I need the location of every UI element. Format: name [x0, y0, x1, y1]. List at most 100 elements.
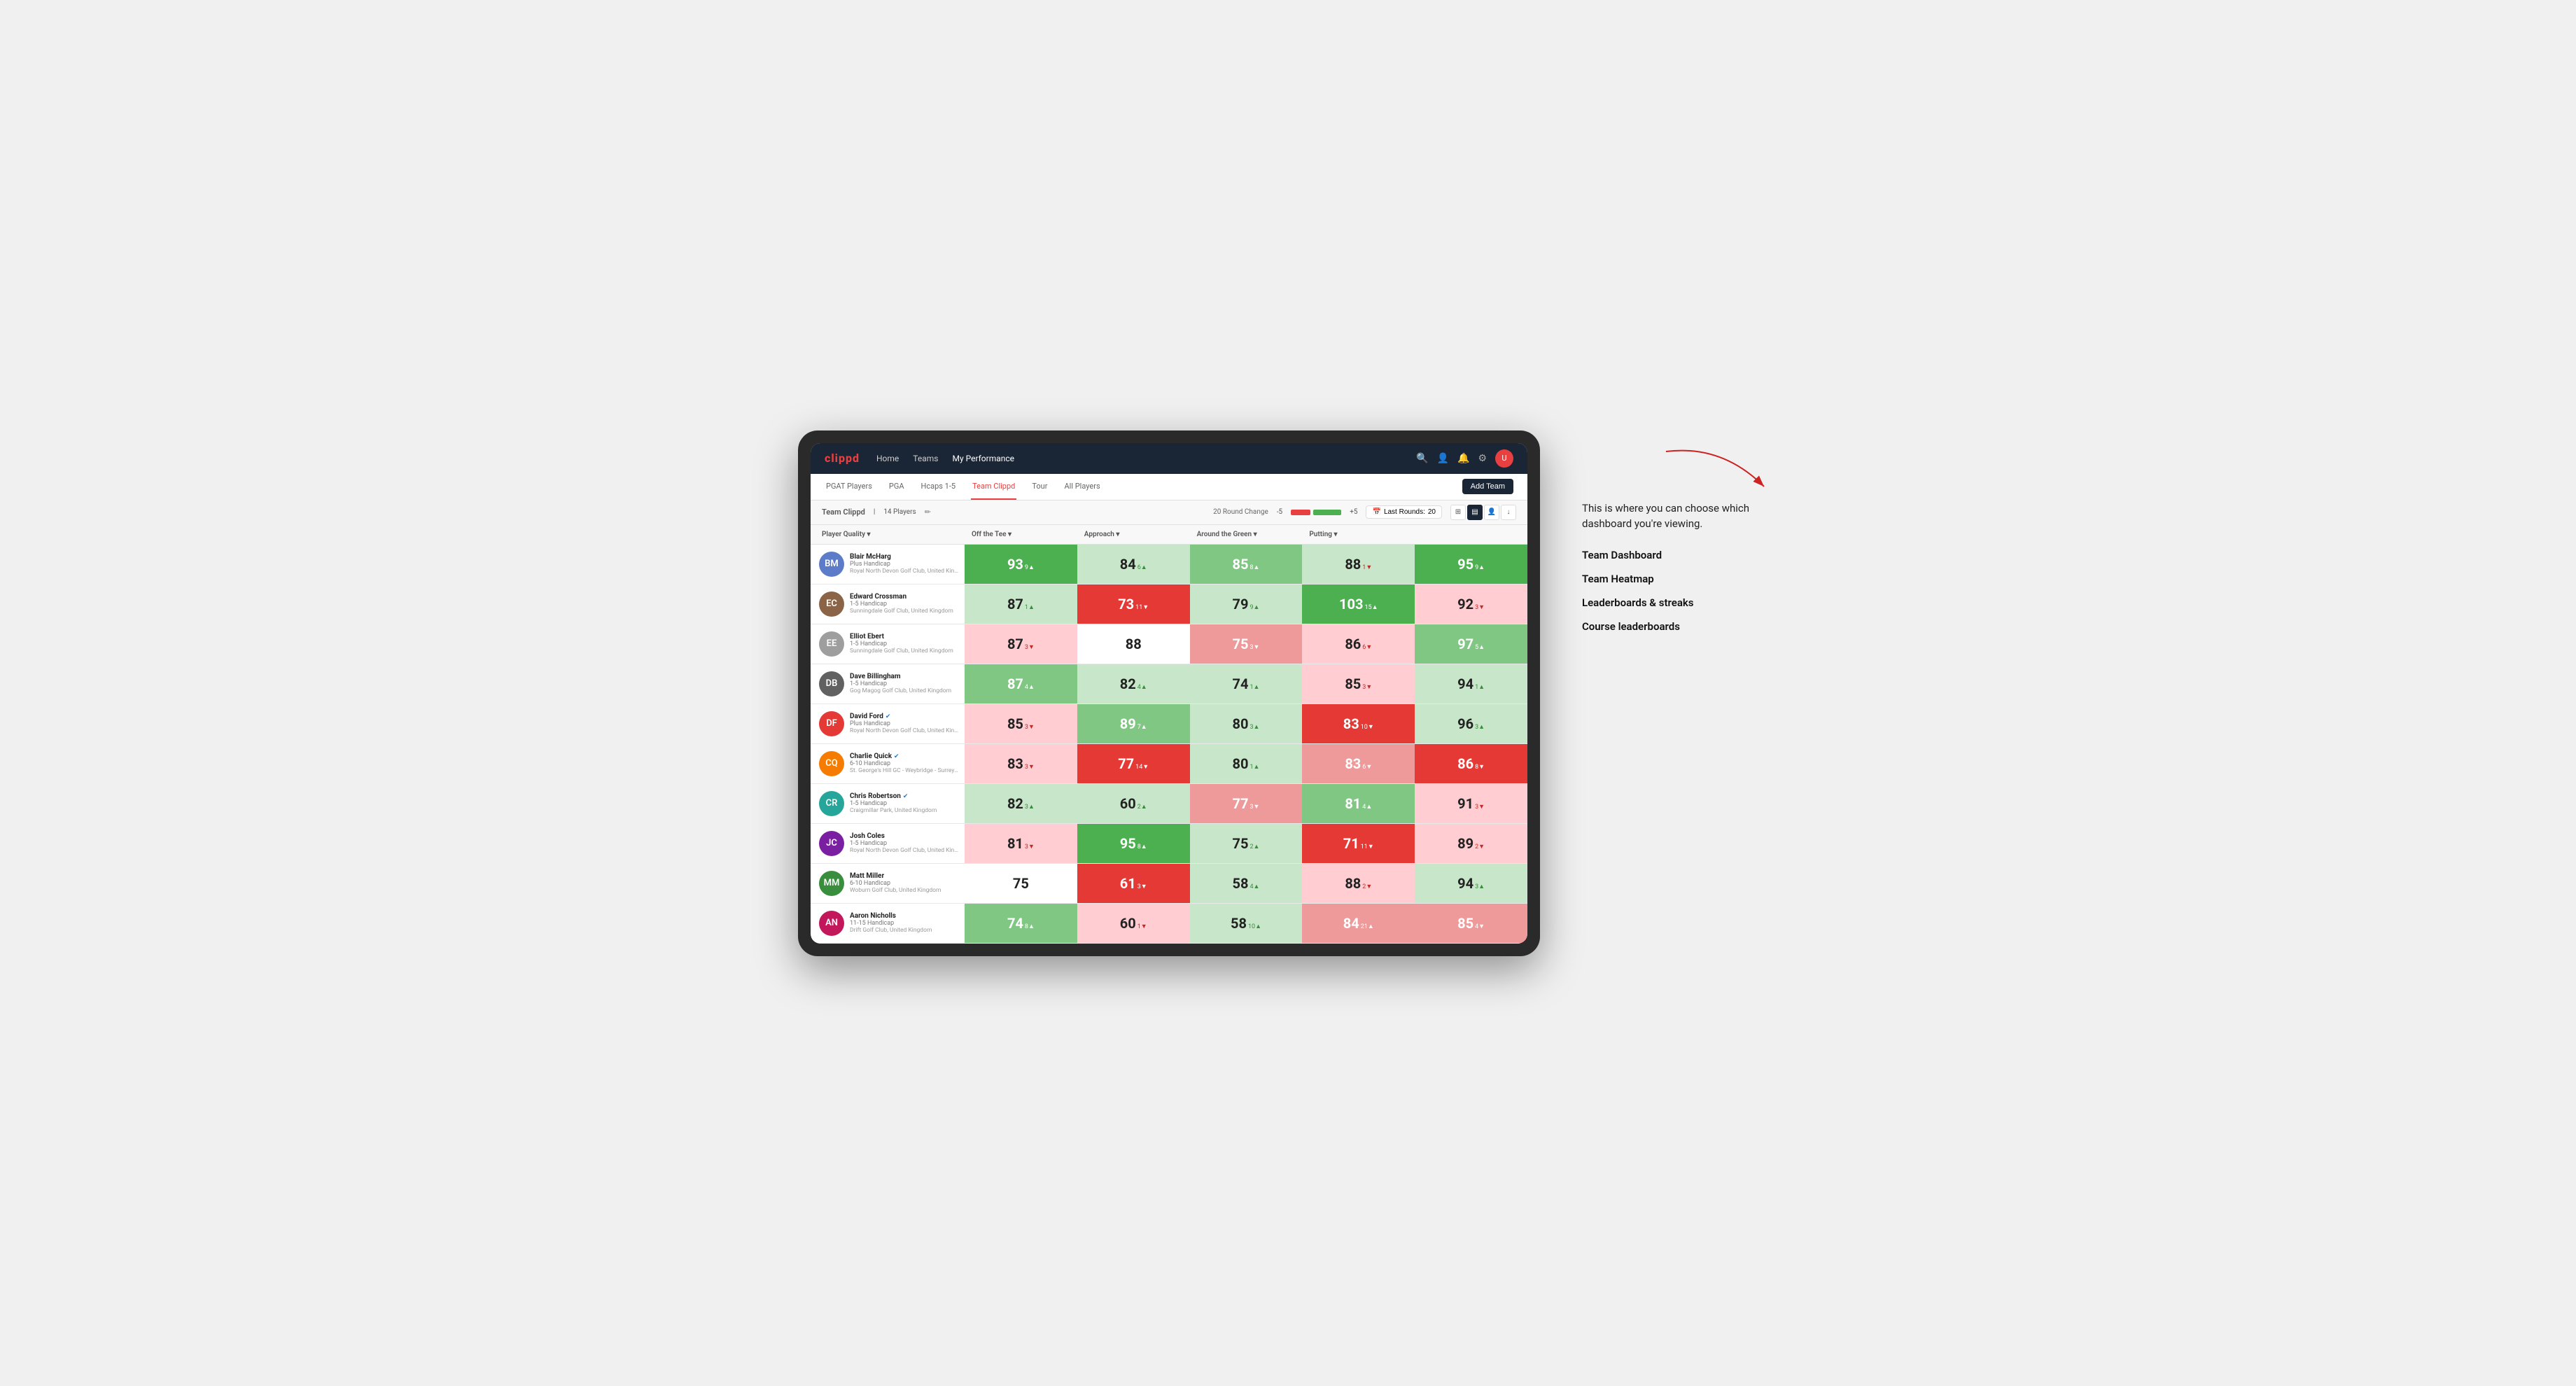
add-team-button[interactable]: Add Team: [1462, 479, 1513, 494]
player-row[interactable]: EC Edward Crossman 1-5 Handicap Sunningd…: [811, 584, 1527, 624]
annotation-text: This is where you can choose which dashb…: [1582, 500, 1778, 532]
subnav-pgat[interactable]: PGAT Players: [825, 474, 874, 500]
nav-link-myperformance[interactable]: My Performance: [952, 454, 1014, 463]
annotation-item-1: Team Heatmap: [1582, 573, 1778, 585]
score-cell-1: 88: [1077, 624, 1190, 664]
player-row[interactable]: EE Elliot Ebert 1-5 Handicap Sunningdale…: [811, 624, 1527, 664]
player-details: David Ford ✔ Plus Handicap Royal North D…: [850, 713, 959, 734]
search-icon[interactable]: 🔍: [1416, 453, 1428, 464]
view-person-button[interactable]: 👤: [1484, 505, 1499, 520]
score-cell-2: 85 8▲: [1190, 545, 1303, 584]
verified-icon: ✔: [903, 793, 909, 800]
score-number: 77: [1118, 755, 1134, 772]
verified-icon: ✔: [886, 713, 891, 720]
subnav-tour[interactable]: Tour: [1030, 474, 1049, 500]
player-avatar: DB: [819, 671, 844, 696]
subnav-hcaps[interactable]: Hcaps 1-5: [920, 474, 958, 500]
score-number: 89: [1120, 715, 1136, 732]
col-header-aroundgreen[interactable]: Around the Green ▾: [1190, 528, 1303, 541]
annotation-item-3: Course leaderboards: [1582, 620, 1778, 633]
score-delta: 2▲: [1250, 843, 1259, 850]
score-delta: 3▲: [1475, 883, 1485, 890]
score-cell-2: 77 3▼: [1190, 784, 1303, 823]
settings-icon[interactable]: ⚙: [1478, 453, 1487, 464]
score-delta: 1▲: [1475, 683, 1485, 691]
score-number: 61: [1120, 875, 1136, 892]
score-delta: 8▲: [1025, 923, 1035, 930]
edit-icon[interactable]: ✏: [925, 507, 931, 517]
player-row[interactable]: DF David Ford ✔ Plus Handicap Royal Nort…: [811, 704, 1527, 744]
nav-link-home[interactable]: Home: [876, 454, 899, 463]
score-delta: 3▼: [1025, 723, 1035, 731]
col-header-putting[interactable]: Putting ▾: [1302, 528, 1415, 541]
score-number: 79: [1233, 596, 1249, 612]
subnav-teamclippd[interactable]: Team Clippd: [971, 474, 1016, 500]
score-cell-2: 80 1▲: [1190, 744, 1303, 783]
view-download-button[interactable]: ↓: [1501, 505, 1516, 520]
players-table: BM Blair McHarg Plus Handicap Royal Nort…: [811, 545, 1527, 944]
score-cell-2: 58 10▲: [1190, 904, 1303, 943]
score-delta: 21▲: [1361, 923, 1374, 930]
col-header-offtee[interactable]: Off the Tee ▾: [965, 528, 1077, 541]
player-row[interactable]: MM Matt Miller 6-10 Handicap Woburn Golf…: [811, 864, 1527, 904]
score-number: 88: [1126, 636, 1142, 652]
col-header-player[interactable]: Player Quality ▾: [811, 528, 965, 541]
score-number: 80: [1233, 715, 1249, 732]
player-info: EE Elliot Ebert 1-5 Handicap Sunningdale…: [811, 624, 965, 664]
user-avatar[interactable]: U: [1495, 449, 1513, 468]
player-club: Royal North Devon Golf Club, United King…: [850, 727, 959, 734]
score-inner: 73 11▼: [1118, 596, 1149, 612]
score-delta: 3▲: [1475, 723, 1485, 731]
score-cell-4: 97 5▲: [1415, 624, 1527, 664]
player-row[interactable]: DB Dave Billingham 1-5 Handicap Gog Mago…: [811, 664, 1527, 704]
score-number: 87: [1007, 596, 1023, 612]
score-delta: 14▼: [1135, 763, 1149, 771]
score-number: 88: [1345, 556, 1361, 573]
player-row[interactable]: CQ Charlie Quick ✔ 6-10 Handicap St. Geo…: [811, 744, 1527, 784]
score-number: 71: [1343, 835, 1359, 852]
view-list-button[interactable]: ▤: [1467, 505, 1483, 520]
col-header-approach[interactable]: Approach ▾: [1077, 528, 1190, 541]
player-avatar: CR: [819, 791, 844, 816]
player-row[interactable]: AN Aaron Nicholls 11-15 Handicap Drift G…: [811, 904, 1527, 944]
score-cell-2: 79 9▲: [1190, 584, 1303, 624]
user-icon[interactable]: 👤: [1437, 453, 1449, 464]
score-inner: 81 3▼: [1007, 835, 1035, 852]
bar-green: [1313, 510, 1341, 515]
score-cell-0: 93 9▲: [965, 545, 1077, 584]
subnav-allplayers[interactable]: All Players: [1063, 474, 1101, 500]
score-cell-0: 87 1▲: [965, 584, 1077, 624]
player-row[interactable]: CR Chris Robertson ✔ 1-5 Handicap Craigm…: [811, 784, 1527, 824]
page-wrapper: clippd Home Teams My Performance 🔍 👤 🔔 ⚙…: [798, 430, 1778, 956]
score-inner: 87 4▲: [1007, 676, 1035, 692]
score-inner: 97 5▲: [1457, 636, 1485, 652]
score-delta: 7▲: [1138, 723, 1147, 731]
nav-link-teams[interactable]: Teams: [913, 454, 938, 463]
annotation-item-2: Leaderboards & streaks: [1582, 596, 1778, 609]
logo: clippd: [825, 451, 860, 465]
score-cell-3: 81 4▲: [1302, 784, 1415, 823]
player-row[interactable]: JC Josh Coles 1-5 Handicap Royal North D…: [811, 824, 1527, 864]
score-inner: 95 8▲: [1120, 835, 1147, 852]
player-name: Chris Robertson: [850, 792, 901, 800]
player-handicap: 1-5 Handicap: [850, 640, 959, 648]
score-number: 77: [1233, 795, 1249, 812]
player-handicap: Plus Handicap: [850, 720, 959, 727]
score-cell-0: 85 3▼: [965, 704, 1077, 743]
view-grid-button[interactable]: ⊞: [1450, 505, 1466, 520]
score-delta: 6▼: [1362, 643, 1372, 651]
score-inner: 85 8▲: [1233, 556, 1260, 573]
score-delta: 3▼: [1475, 603, 1485, 611]
player-club: St. George's Hill GC - Weybridge - Surre…: [850, 767, 959, 774]
player-handicap: 1-5 Handicap: [850, 680, 959, 687]
player-row[interactable]: BM Blair McHarg Plus Handicap Royal Nort…: [811, 545, 1527, 584]
bell-icon[interactable]: 🔔: [1457, 453, 1469, 464]
score-number: 93: [1007, 556, 1023, 573]
player-club: Drift Golf Club, United Kingdom: [850, 927, 959, 934]
player-club: Sunningdale Golf Club, United Kingdom: [850, 608, 959, 615]
subnav-pga[interactable]: PGA: [888, 474, 906, 500]
score-number: 103: [1339, 596, 1363, 612]
last-rounds-button[interactable]: 📅 Last Rounds: 20: [1366, 505, 1442, 519]
score-inner: 89 7▲: [1120, 715, 1147, 732]
score-inner: 88: [1126, 636, 1142, 652]
